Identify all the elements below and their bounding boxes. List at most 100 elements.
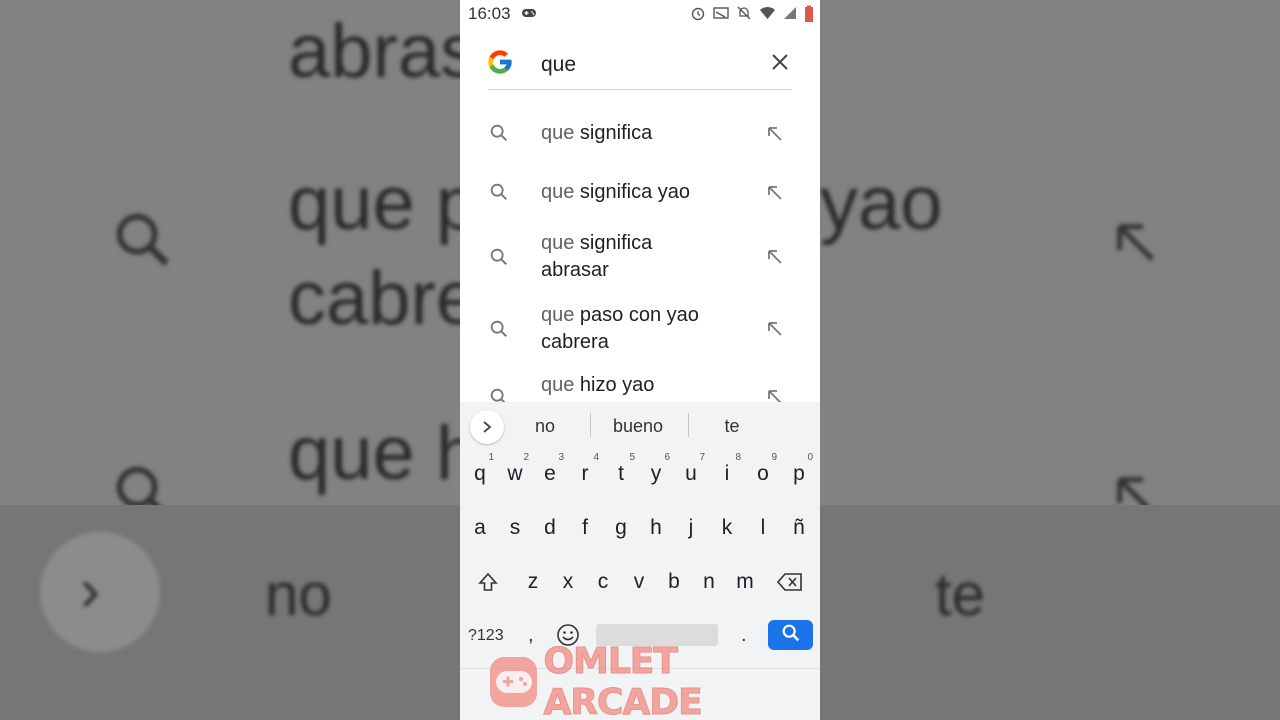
close-icon[interactable] — [768, 50, 792, 76]
bg-text-2: que p — [288, 161, 479, 246]
search-icon — [488, 386, 510, 402]
on-screen-keyboard: no bueno te q1 w2 e3 r4 t5 y6 u7 i8 o9 p… — [460, 402, 820, 720]
search-icon — [488, 318, 510, 340]
key-label: w — [507, 462, 523, 485]
key-n[interactable]: n — [693, 560, 725, 604]
symbols-key[interactable]: ?123 — [468, 627, 504, 645]
prediction-2[interactable]: bueno — [588, 416, 688, 437]
suggestion-item[interactable]: que significa abrasar — [460, 230, 820, 286]
key-y[interactable]: y6 — [640, 452, 672, 496]
shift-icon[interactable] — [472, 560, 504, 604]
key-i[interactable]: i8 — [711, 452, 743, 496]
arrow-up-left-icon[interactable] — [766, 125, 784, 143]
status-bar: 16:03 — [460, 0, 820, 28]
search-icon — [488, 181, 510, 203]
key-label: o — [757, 462, 769, 485]
key-number-hint: 9 — [771, 452, 777, 463]
omlet-arcade-watermark: OMLET ARCADE — [490, 641, 810, 720]
suggestion-prefix: que — [541, 122, 575, 144]
key-h[interactable]: h — [640, 506, 672, 550]
key-k[interactable]: k — [711, 506, 743, 550]
google-logo-icon — [488, 48, 514, 81]
key-e[interactable]: e3 — [534, 452, 566, 496]
suggestion-text: hizo yao — [574, 374, 655, 396]
suggestion-item[interactable]: que significa — [460, 120, 820, 150]
suggestion-prefix: que — [541, 304, 575, 326]
suggestion-item[interactable]: que paso con yao cabrera — [460, 302, 820, 358]
key-label: e — [544, 462, 556, 485]
cast-icon — [713, 5, 729, 26]
phone-screen: 16:03 que que significa que significa ya… — [460, 0, 820, 720]
comma-key[interactable]: , — [528, 624, 534, 647]
arrow-up-left-icon[interactable] — [766, 320, 784, 338]
key-c[interactable]: c — [587, 560, 619, 604]
mute-icon — [736, 5, 752, 26]
prediction-3[interactable]: te — [682, 416, 782, 437]
key-s[interactable]: s — [499, 506, 531, 550]
search-icon — [488, 122, 510, 144]
key-g[interactable]: g — [605, 506, 637, 550]
status-icons — [690, 5, 814, 26]
key-t[interactable]: t5 — [605, 452, 637, 496]
key-label: u — [685, 462, 697, 485]
suggestion-prefix: que — [541, 181, 575, 203]
suggestion-list: que significa que significa yao que sign… — [460, 100, 820, 402]
bg-text-3: yao — [820, 161, 943, 246]
watermark-text: OMLET ARCADE — [543, 641, 703, 720]
suggestion-text-line2: abrasar — [541, 259, 609, 281]
status-time: 16:03 — [468, 4, 511, 23]
key-j[interactable]: j — [675, 506, 707, 550]
key-number-hint: 0 — [807, 452, 813, 463]
arrow-up-left-icon[interactable] — [766, 184, 784, 202]
prediction-bar: no bueno te — [460, 402, 820, 448]
key-f[interactable]: f — [569, 506, 601, 550]
key-q[interactable]: q1 — [464, 452, 496, 496]
key-v[interactable]: v — [623, 560, 655, 604]
suggestion-item[interactable]: que hizo yao — [460, 372, 820, 402]
key-r[interactable]: r4 — [569, 452, 601, 496]
key-o[interactable]: o9 — [747, 452, 779, 496]
key-label: y — [650, 462, 662, 485]
prediction-1[interactable]: no — [495, 416, 595, 437]
suggestion-text: significa yao — [574, 181, 690, 203]
battery-icon — [804, 5, 814, 26]
key-n-tilde[interactable]: ñ — [783, 506, 815, 550]
suggestion-prefix: que — [541, 374, 575, 396]
key-b[interactable]: b — [658, 560, 690, 604]
key-number-hint: 8 — [735, 452, 741, 463]
key-label: r — [581, 462, 589, 485]
bg-search-icon-1 — [108, 205, 178, 289]
bg-text-5: que h — [288, 411, 479, 496]
key-u[interactable]: u7 — [675, 452, 707, 496]
key-number-hint: 7 — [699, 452, 705, 463]
search-input[interactable]: que — [541, 53, 576, 77]
key-l[interactable]: l — [747, 506, 779, 550]
suggestion-text: significa — [574, 122, 653, 144]
bg-text-4: cabre — [288, 256, 479, 341]
key-label: q — [474, 462, 486, 485]
key-m[interactable]: m — [729, 560, 761, 604]
key-number-hint: 5 — [629, 452, 635, 463]
backspace-icon[interactable] — [774, 560, 806, 604]
search-bar[interactable]: que — [488, 40, 792, 90]
key-x[interactable]: x — [552, 560, 584, 604]
key-a[interactable]: a — [464, 506, 496, 550]
key-z[interactable]: z — [517, 560, 549, 604]
signal-icon — [783, 5, 797, 26]
suggestion-text: paso con yao — [574, 304, 699, 326]
key-number-hint: 6 — [664, 452, 670, 463]
suggestion-text-line2: cabrera — [541, 331, 609, 353]
key-d[interactable]: d — [534, 506, 566, 550]
key-number-hint: 2 — [523, 452, 529, 463]
gamepad-icon — [521, 4, 537, 24]
suggestion-item[interactable]: que significa yao — [460, 179, 820, 209]
wifi-icon — [759, 5, 776, 26]
key-label: t — [618, 462, 624, 485]
key-w[interactable]: w2 — [499, 452, 531, 496]
arrow-up-left-icon[interactable] — [766, 248, 784, 266]
key-row-2: a s d f g h j k l ñ — [460, 506, 820, 560]
alarm-icon — [690, 5, 706, 26]
key-p[interactable]: p0 — [783, 452, 815, 496]
arrow-up-left-icon[interactable] — [766, 388, 784, 402]
suggestion-prefix: que — [541, 232, 575, 254]
